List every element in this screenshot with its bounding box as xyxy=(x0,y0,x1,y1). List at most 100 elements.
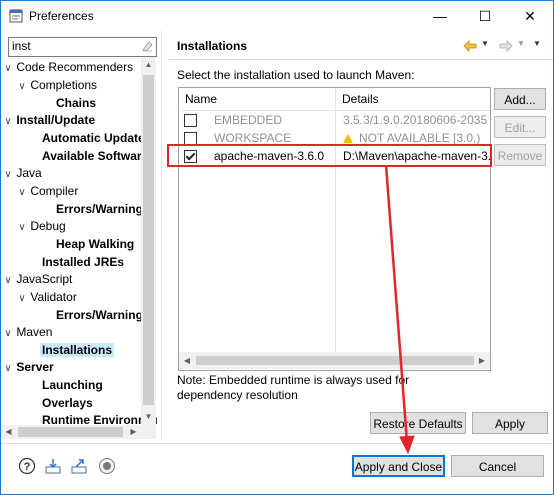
tree-item-label: Installations xyxy=(40,343,115,357)
tree-item-server[interactable]: ∨ Server xyxy=(3,358,54,378)
scrollbar-thumb[interactable] xyxy=(143,75,154,405)
tree-item-label: Errors/Warnings xyxy=(56,308,150,322)
window-title: Preferences xyxy=(29,9,94,23)
scroll-right-arrow-icon[interactable]: ▶ xyxy=(474,352,490,369)
tree-item-chains[interactable]: Chains xyxy=(56,94,96,112)
expand-chevron-icon[interactable]: ∨ xyxy=(17,290,27,308)
tree-item-overlays[interactable]: Overlays xyxy=(42,394,93,412)
eclipse-app-icon xyxy=(9,9,23,23)
pane-divider[interactable] xyxy=(161,31,162,441)
expand-chevron-icon[interactable]: ∨ xyxy=(3,166,13,184)
scroll-up-arrow-icon[interactable]: ▲ xyxy=(141,57,156,72)
tree-item-maven[interactable]: ∨ Maven xyxy=(3,323,52,341)
row-name: EMBEDDED xyxy=(214,113,283,127)
preferences-window: Preferences — ☐ ✕ ∨ Code Recommenders ∨ … xyxy=(0,0,554,495)
import-icon[interactable] xyxy=(44,457,62,475)
expand-chevron-icon[interactable]: ∨ xyxy=(17,184,27,202)
filter-field[interactable] xyxy=(8,37,157,57)
embedded-runtime-note: Note: Embedded runtime is always used fo… xyxy=(177,373,410,402)
scrollbar-thumb[interactable] xyxy=(18,427,123,437)
apply-and-close-button[interactable]: Apply and Close xyxy=(352,455,445,477)
tree-item-label: Compiler xyxy=(30,184,79,198)
title-bar: Preferences — ☐ ✕ xyxy=(1,1,553,31)
tree-item-label: Debug xyxy=(30,219,66,233)
expand-chevron-icon[interactable]: ∨ xyxy=(3,325,13,343)
clear-filter-icon[interactable] xyxy=(141,40,153,52)
page-description: Select the installation used to launch M… xyxy=(177,68,415,82)
tree-item-installed-jres[interactable]: Installed JREs xyxy=(42,253,124,271)
scrollbar-thumb[interactable] xyxy=(196,356,474,365)
row-details: NOT AVAILABLE [3.0,) xyxy=(359,131,481,145)
tree-item-label: Validator xyxy=(30,290,77,304)
expand-chevron-icon[interactable]: ∨ xyxy=(3,360,13,378)
close-button[interactable]: ✕ xyxy=(507,1,553,31)
view-menu-icon[interactable]: ▼ xyxy=(533,39,541,48)
maximize-button[interactable]: ☐ xyxy=(462,1,508,31)
tree-horizontal-scrollbar[interactable]: ◀ ▶ xyxy=(1,425,156,439)
tree-item-javascript[interactable]: ∨ JavaScript xyxy=(3,270,72,288)
tree-item-launching[interactable]: Launching xyxy=(42,376,103,394)
restore-defaults-button[interactable]: Restore Defaults xyxy=(370,412,466,434)
tree-item-automatic-update[interactable]: Automatic Update xyxy=(42,129,145,147)
tree-item-installations[interactable]: Installations xyxy=(40,341,115,359)
warning-icon xyxy=(343,134,353,143)
header-divider xyxy=(169,59,553,60)
tree-item-debug[interactable]: ∨ Debug xyxy=(17,217,66,237)
row-checkbox[interactable] xyxy=(184,114,197,127)
tree-item-label: Code Recommenders xyxy=(16,60,134,74)
filter-input[interactable] xyxy=(9,38,132,54)
installations-table[interactable]: Name Details EMBEDDED 3.5.3/1.9.0.201806… xyxy=(178,87,491,371)
expand-chevron-icon[interactable]: ∨ xyxy=(3,60,13,78)
forward-arrow-icon[interactable] xyxy=(499,40,513,52)
expand-chevron-icon[interactable]: ∨ xyxy=(17,78,27,96)
tree-item-validator-errors-warnings[interactable]: Errors/Warnings xyxy=(56,306,150,324)
tree-item-label: Completions xyxy=(30,78,98,92)
highlight-box xyxy=(167,144,492,167)
expand-chevron-icon[interactable]: ∨ xyxy=(17,219,27,237)
back-dropdown-icon[interactable]: ▼ xyxy=(481,39,489,48)
column-header-name[interactable]: Name xyxy=(179,88,217,110)
tree-vertical-scrollbar[interactable]: ▲ ▼ xyxy=(141,57,156,425)
expand-chevron-icon[interactable]: ∨ xyxy=(3,113,13,131)
tree-item-label: Errors/Warnings xyxy=(56,202,150,216)
tree-item-label: JavaScript xyxy=(16,272,73,286)
scroll-left-arrow-icon[interactable]: ◀ xyxy=(179,352,195,369)
tree-item-label: Java xyxy=(16,166,42,180)
tree-item-available-software[interactable]: Available Software xyxy=(42,147,148,165)
back-arrow-icon[interactable] xyxy=(463,40,477,52)
tree-item-label: Automatic Update xyxy=(42,131,145,145)
expand-chevron-icon[interactable]: ∨ xyxy=(3,272,13,290)
preference-tree[interactable]: ∨ Code Recommenders ∨ Completions Chains… xyxy=(1,57,157,429)
apply-button[interactable]: Apply xyxy=(472,412,548,434)
tree-item-install-update[interactable]: ∨ Install/Update xyxy=(3,111,95,129)
tree-item-label: Maven xyxy=(16,325,53,339)
row-details: 3.5.3/1.9.0.20180606-2035 xyxy=(343,113,488,127)
record-icon[interactable] xyxy=(98,457,116,475)
tree-item-heap-walking[interactable]: Heap Walking xyxy=(56,235,134,253)
column-header-details[interactable]: Details xyxy=(336,88,379,110)
scroll-left-arrow-icon[interactable]: ◀ xyxy=(1,425,16,439)
tree-item-label: Install/Update xyxy=(16,113,96,127)
scroll-right-arrow-icon[interactable]: ▶ xyxy=(126,425,141,439)
add-button[interactable]: Add... xyxy=(494,88,546,110)
tree-item-java[interactable]: ∨ Java xyxy=(3,164,42,184)
minimize-button[interactable]: — xyxy=(417,1,463,31)
tree-item-compiler[interactable]: ∨ Compiler xyxy=(17,182,78,200)
tree-item-label: Server xyxy=(16,360,54,374)
tree-item-completions[interactable]: ∨ Completions xyxy=(17,76,97,94)
table-row[interactable]: EMBEDDED 3.5.3/1.9.0.20180606-2035 xyxy=(179,111,490,129)
tree-item-validator[interactable]: ∨ Validator xyxy=(17,288,77,306)
cancel-button[interactable]: Cancel xyxy=(451,455,544,477)
tree-item-label: Chains xyxy=(56,96,97,110)
edit-button[interactable]: Edit... xyxy=(494,116,546,138)
help-icon[interactable]: ? xyxy=(18,457,36,475)
scroll-down-arrow-icon[interactable]: ▼ xyxy=(141,409,156,424)
tree-item-label: Launching xyxy=(42,378,103,392)
tree-item-label: Installed JREs xyxy=(42,255,125,269)
export-icon[interactable] xyxy=(70,457,88,475)
tree-item-compiler-errors-warnings[interactable]: Errors/Warnings xyxy=(56,200,150,218)
table-horizontal-scrollbar[interactable]: ◀ ▶ xyxy=(179,352,490,369)
tree-item-code-recommenders[interactable]: ∨ Code Recommenders xyxy=(3,58,133,76)
remove-button[interactable]: Remove xyxy=(494,144,546,166)
forward-dropdown-icon[interactable]: ▼ xyxy=(517,39,525,48)
